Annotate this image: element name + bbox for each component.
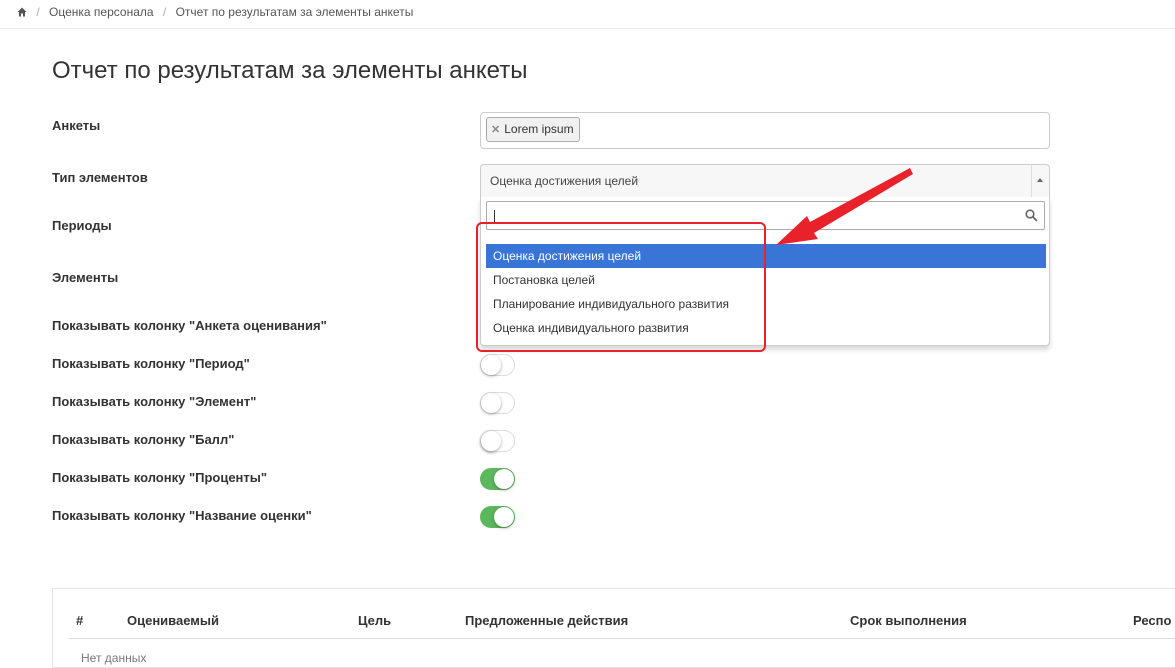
dropdown-option-goal-setting[interactable]: Постановка целей <box>486 268 1046 292</box>
column-header-number[interactable]: # <box>76 613 83 628</box>
home-icon[interactable] <box>17 7 27 17</box>
toggle-label-questionnaire: Показывать колонку "Анкета оценивания" <box>52 318 327 333</box>
search-icon <box>1025 209 1038 222</box>
column-header-responsible[interactable]: Респо <box>1133 613 1171 628</box>
periods-label: Периоды <box>52 218 112 233</box>
table-header-divider <box>69 638 1175 639</box>
toggle-score-column[interactable] <box>480 430 515 452</box>
column-header-proposed-actions[interactable]: Предложенные действия <box>465 613 628 628</box>
toggle-period-column[interactable] <box>480 392 515 414</box>
toggle-percent-column[interactable] <box>480 468 515 490</box>
text-cursor <box>494 210 495 223</box>
toggle-label-rating-name: Показывать колонку "Название оценки" <box>52 508 312 523</box>
toggle-knob <box>494 469 514 489</box>
breadcrumb: / Оценка персонала / Отчет по результата… <box>0 0 1175 27</box>
toggle-knob <box>494 507 514 527</box>
questionnaires-label: Анкеты <box>52 118 101 133</box>
breadcrumb-separator: / <box>162 5 167 19</box>
toggle-knob <box>481 393 501 413</box>
select-toggle[interactable] <box>1031 165 1049 197</box>
dropdown-option-development-assessment[interactable]: Оценка индивидуального развития <box>486 316 1046 340</box>
caret-up-icon <box>1037 178 1043 182</box>
results-table: # Оцениваемый Цель Предложенные действия… <box>52 588 1175 668</box>
breadcrumb-divider <box>0 28 1175 29</box>
dropdown-option-development-planning[interactable]: Планирование индивидуального развития <box>486 292 1046 316</box>
breadcrumb-separator: / <box>36 5 40 19</box>
toggle-label-element: Показывать колонку "Элемент" <box>52 394 257 409</box>
toggle-questionnaire-column[interactable] <box>480 354 515 376</box>
toggle-label-percent: Показывать колонку "Проценты" <box>52 470 268 485</box>
questionnaire-chip: ✕ Lorem ipsum <box>486 117 580 142</box>
toggle-label-period: Показывать колонку "Период" <box>52 356 250 371</box>
breadcrumb-item-current: Отчет по результатам за элементы анкеты <box>175 5 414 19</box>
questionnaires-multiselect[interactable]: ✕ Lorem ipsum <box>480 112 1050 149</box>
element-type-selected-value: Оценка достижения целей <box>490 174 639 188</box>
toggle-knob <box>481 355 501 375</box>
page-title: Отчет по результатам за элементы анкеты <box>52 57 528 84</box>
remove-icon[interactable]: ✕ <box>491 124 500 136</box>
column-header-evaluee[interactable]: Оцениваемый <box>127 613 219 628</box>
breadcrumb-item-staff-evaluation[interactable]: Оценка персонала <box>49 5 154 19</box>
arrow-annotation <box>776 168 913 245</box>
toggle-knob <box>481 431 501 451</box>
column-header-goal[interactable]: Цель <box>358 613 391 628</box>
toggle-rating-name-column[interactable] <box>480 506 515 528</box>
elements-label: Элементы <box>52 270 119 285</box>
column-header-deadline[interactable]: Срок выполнения <box>850 613 967 628</box>
element-type-label: Тип элементов <box>52 170 148 185</box>
toggle-label-score: Показывать колонку "Балл" <box>52 432 235 447</box>
no-data-text: Нет данных <box>81 651 147 665</box>
chip-label: Lorem ipsum <box>504 122 574 136</box>
